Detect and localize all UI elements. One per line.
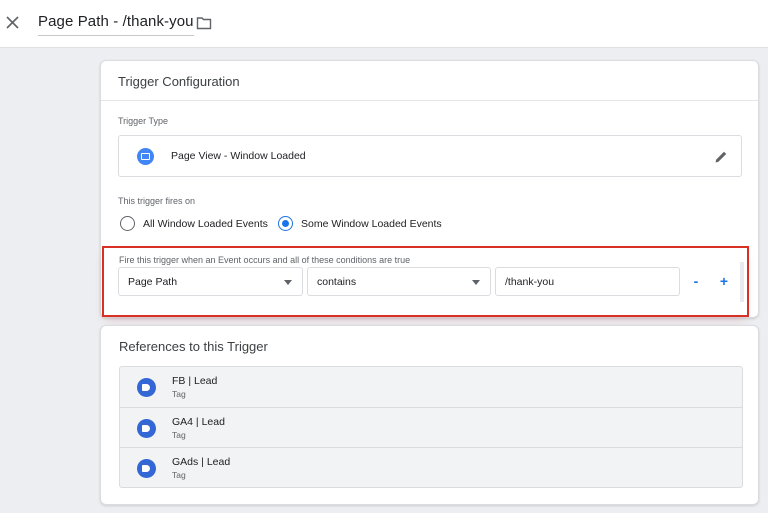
list-item[interactable]: FB | Lead Tag — [120, 367, 742, 408]
remove-condition-button[interactable]: - — [688, 272, 704, 290]
variable-select-value: Page Path — [128, 276, 178, 288]
operator-select[interactable]: contains — [307, 267, 491, 296]
pencil-icon[interactable] — [713, 149, 729, 165]
chevron-down-icon — [472, 280, 480, 285]
fires-on-label: This trigger fires on — [118, 196, 196, 206]
chevron-down-icon — [284, 280, 292, 285]
references-list: FB | Lead Tag GA4 | Lead Tag GAds | Lead… — [119, 366, 743, 488]
list-item[interactable]: GAds | Lead Tag — [120, 448, 742, 487]
scrollbar[interactable] — [740, 262, 744, 302]
top-bar: Page Path - /thank-you — [0, 0, 768, 48]
reference-name: GAds | Lead — [172, 456, 231, 468]
page-view-icon — [137, 148, 154, 165]
variable-select[interactable]: Page Path — [118, 267, 303, 296]
operator-select-value: contains — [317, 276, 357, 288]
add-condition-button[interactable]: + — [716, 272, 732, 290]
radio-button[interactable] — [120, 216, 135, 231]
trigger-type-value: Page View - Window Loaded — [171, 150, 306, 162]
tag-icon — [137, 459, 156, 478]
card-heading: Trigger Configuration — [101, 61, 758, 101]
reference-name: FB | Lead — [172, 375, 218, 387]
trigger-type-label: Trigger Type — [118, 116, 169, 126]
list-item[interactable]: GA4 | Lead Tag — [120, 408, 742, 448]
folder-icon[interactable] — [196, 16, 212, 30]
references-heading: References to this Trigger — [119, 339, 268, 354]
reference-type: Tag — [172, 470, 186, 480]
trigger-type-selector[interactable]: Page View - Window Loaded — [118, 135, 742, 177]
reference-type: Tag — [172, 389, 186, 399]
reference-type: Tag — [172, 429, 186, 440]
references-card: References to this Trigger FB | Lead Tag… — [100, 325, 759, 505]
radio-label: All Window Loaded Events — [143, 218, 268, 230]
condition-value-input[interactable] — [495, 267, 680, 296]
tag-icon — [137, 378, 156, 397]
radio-label: Some Window Loaded Events — [301, 218, 442, 230]
close-icon[interactable] — [4, 14, 22, 32]
radio-button-selected[interactable] — [278, 216, 293, 231]
tag-icon — [137, 418, 156, 438]
conditions-label: Fire this trigger when an Event occurs a… — [119, 255, 411, 265]
trigger-name-title[interactable]: Page Path - /thank-you — [38, 13, 194, 36]
reference-name: GA4 | Lead — [172, 415, 225, 428]
